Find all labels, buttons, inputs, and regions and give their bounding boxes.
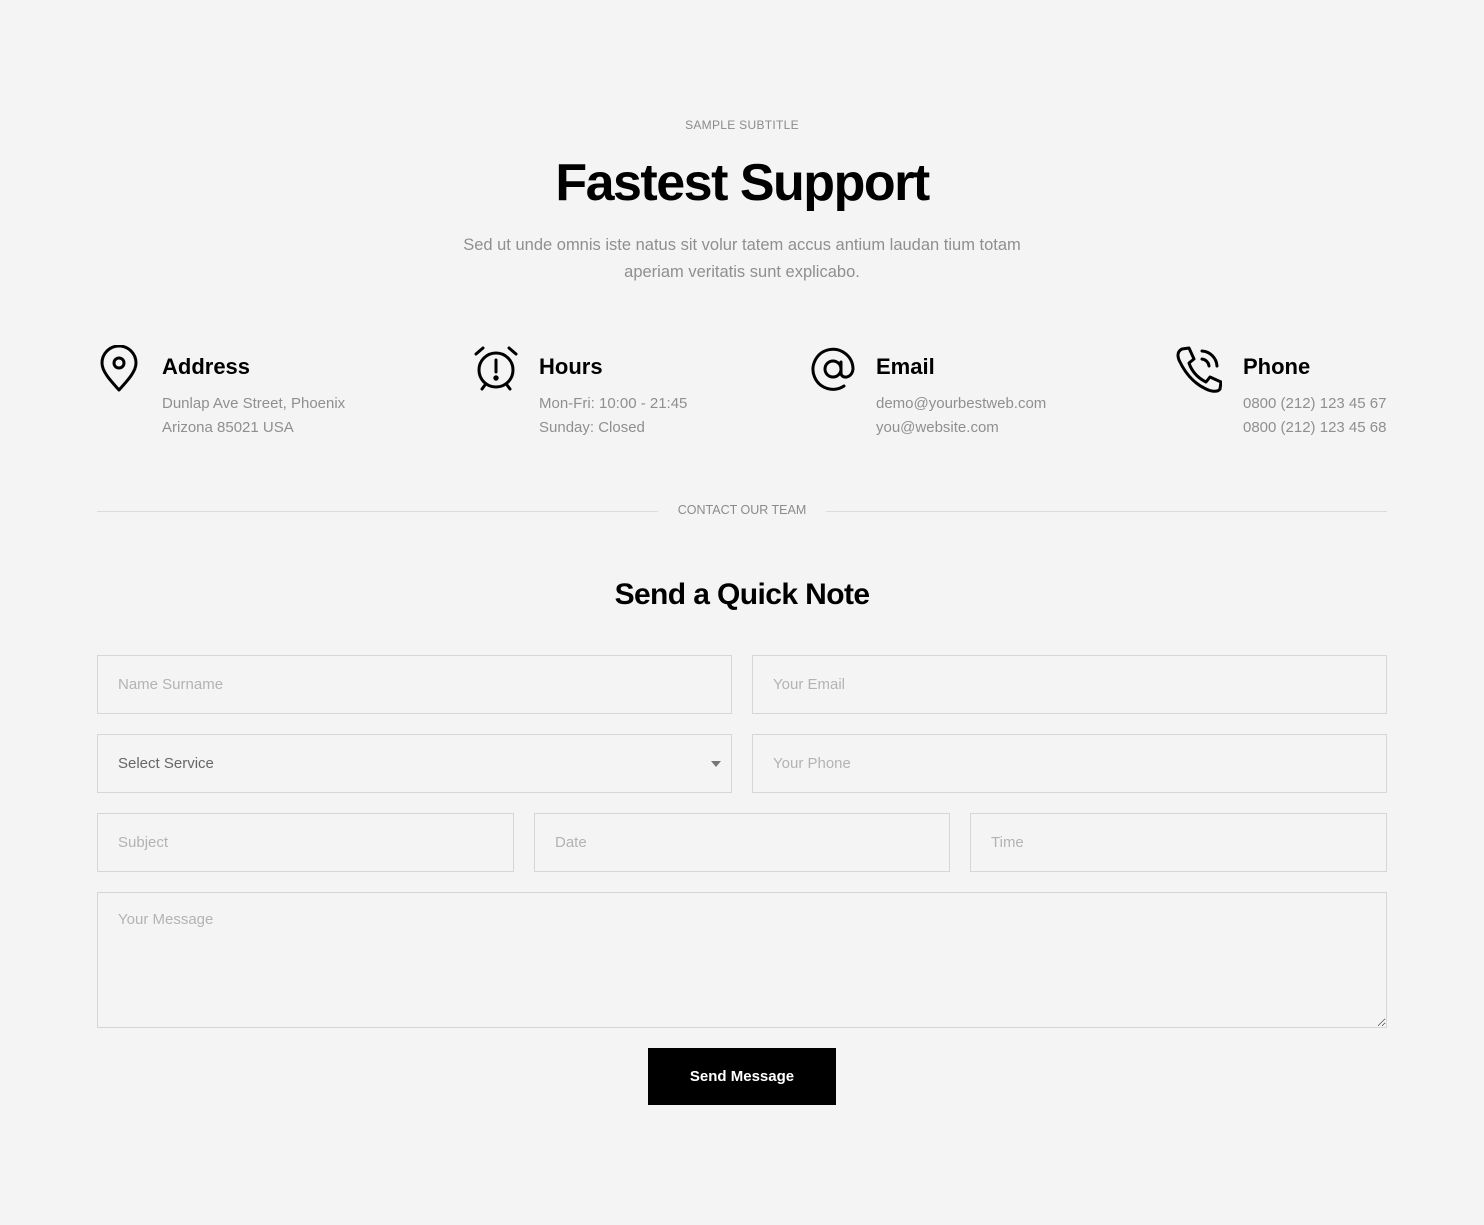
hours-line-2: Sunday: Closed [539, 419, 645, 436]
address-line-1: Dunlap Ave Street, Phoenix [162, 395, 346, 412]
phone-input[interactable] [752, 734, 1387, 793]
phone-ringing-icon [1176, 345, 1223, 393]
time-input[interactable] [970, 813, 1387, 872]
address-line-2: Arizona 85021 USA [162, 419, 294, 436]
info-hours: Hours Mon-Fri: 10:00 - 21:45 Sunday: Clo… [473, 345, 773, 445]
info-address: Address Dunlap Ave Street, Phoenix Arizo… [97, 344, 427, 445]
name-input[interactable] [97, 655, 732, 714]
date-input[interactable] [534, 813, 950, 872]
chevron-down-icon [711, 761, 721, 767]
map-pin-icon [97, 344, 141, 393]
info-email: Email demo@yourbestweb.com you@website.c… [810, 345, 1130, 445]
phone-line-1: 0800 (212) 123 45 67 [1243, 395, 1387, 412]
phone-line-2: 0800 (212) 123 45 68 [1243, 419, 1387, 436]
form-title: Send a Quick Note [614, 578, 870, 611]
email-heading: Email [876, 354, 935, 379]
email-input[interactable] [752, 655, 1387, 714]
email-line-2: you@website.com [876, 419, 999, 436]
contact-divider: CONTACT OUR TEAM [97, 500, 1387, 522]
hours-heading: Hours [539, 354, 603, 379]
message-textarea[interactable] [97, 892, 1387, 1028]
divider-label: CONTACT OUR TEAM [677, 503, 807, 517]
hours-line-1: Mon-Fri: 10:00 - 21:45 [539, 395, 688, 412]
section-subtitle: SAMPLE SUBTITLE [685, 118, 799, 132]
phone-heading: Phone [1243, 354, 1311, 379]
service-select-value: Select Service [118, 755, 214, 772]
subject-input[interactable] [97, 813, 514, 872]
section-description: Sed ut unde omnis iste natus sit volur t… [463, 236, 1021, 281]
send-message-button[interactable]: Send Message [648, 1048, 836, 1105]
at-sign-icon [810, 345, 856, 393]
address-heading: Address [162, 354, 251, 379]
info-phone: Phone 0800 (212) 123 45 67 0800 (212) 12… [1176, 345, 1387, 445]
page-title: Fastest Support [555, 154, 930, 212]
email-line-1: demo@yourbestweb.com [876, 395, 1047, 412]
service-select[interactable]: Select Service [97, 734, 732, 793]
divider-line-right [826, 511, 1387, 512]
alarm-clock-icon [473, 345, 519, 393]
